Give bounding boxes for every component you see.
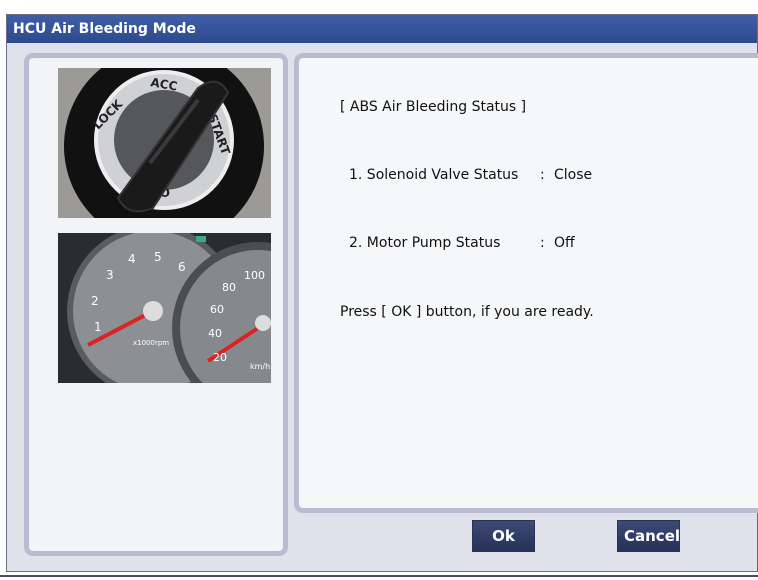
speed-tick-100: 100 — [244, 269, 265, 282]
tach-tick-4: 4 — [128, 252, 136, 266]
ok-button[interactable]: Ok — [472, 520, 535, 552]
tach-tick-2: 2 — [91, 294, 99, 308]
speed-tick-40: 40 — [208, 327, 222, 340]
motor-pump-separator: : — [540, 235, 545, 251]
speed-tick-60: 60 — [210, 303, 224, 316]
ignition-switch-photo: LOCK ACC START ON — [58, 68, 271, 218]
speed-unit: km/h — [250, 362, 270, 371]
window-title: HCU Air Bleeding Mode — [13, 21, 196, 37]
speed-tick-80: 80 — [222, 281, 236, 294]
cancel-button[interactable]: Cancel — [617, 520, 680, 552]
motor-pump-label: 2. Motor Pump Status — [349, 235, 501, 251]
bottom-divider — [0, 575, 758, 577]
tach-unit: x1000rpm — [133, 339, 169, 347]
solenoid-label: 1. Solenoid Valve Status — [349, 167, 519, 183]
status-heading: [ ABS Air Bleeding Status ] — [340, 99, 527, 115]
speed-tick-20: 20 — [213, 351, 227, 364]
image-panel: LOCK ACC START ON 1 2 3 — [24, 53, 288, 556]
instrument-cluster-photo: 1 2 3 4 5 6 x1000rpm 20 40 60 80 100 km/… — [58, 233, 271, 383]
motor-pump-value: Off — [554, 235, 575, 251]
tach-tick-3: 3 — [106, 268, 114, 282]
dialog-window: HCU Air Bleeding Mode LOCK ACC START ON — [6, 14, 758, 572]
tach-tick-1: 1 — [94, 320, 102, 334]
solenoid-separator: : — [540, 167, 545, 183]
tach-tick-5: 5 — [154, 250, 162, 264]
title-bar: HCU Air Bleeding Mode — [7, 15, 757, 43]
instruction-text: Press [ OK ] button, if you are ready. — [340, 304, 594, 320]
solenoid-value: Close — [554, 167, 593, 183]
status-panel — [294, 53, 758, 513]
tach-tick-6: 6 — [178, 260, 186, 274]
